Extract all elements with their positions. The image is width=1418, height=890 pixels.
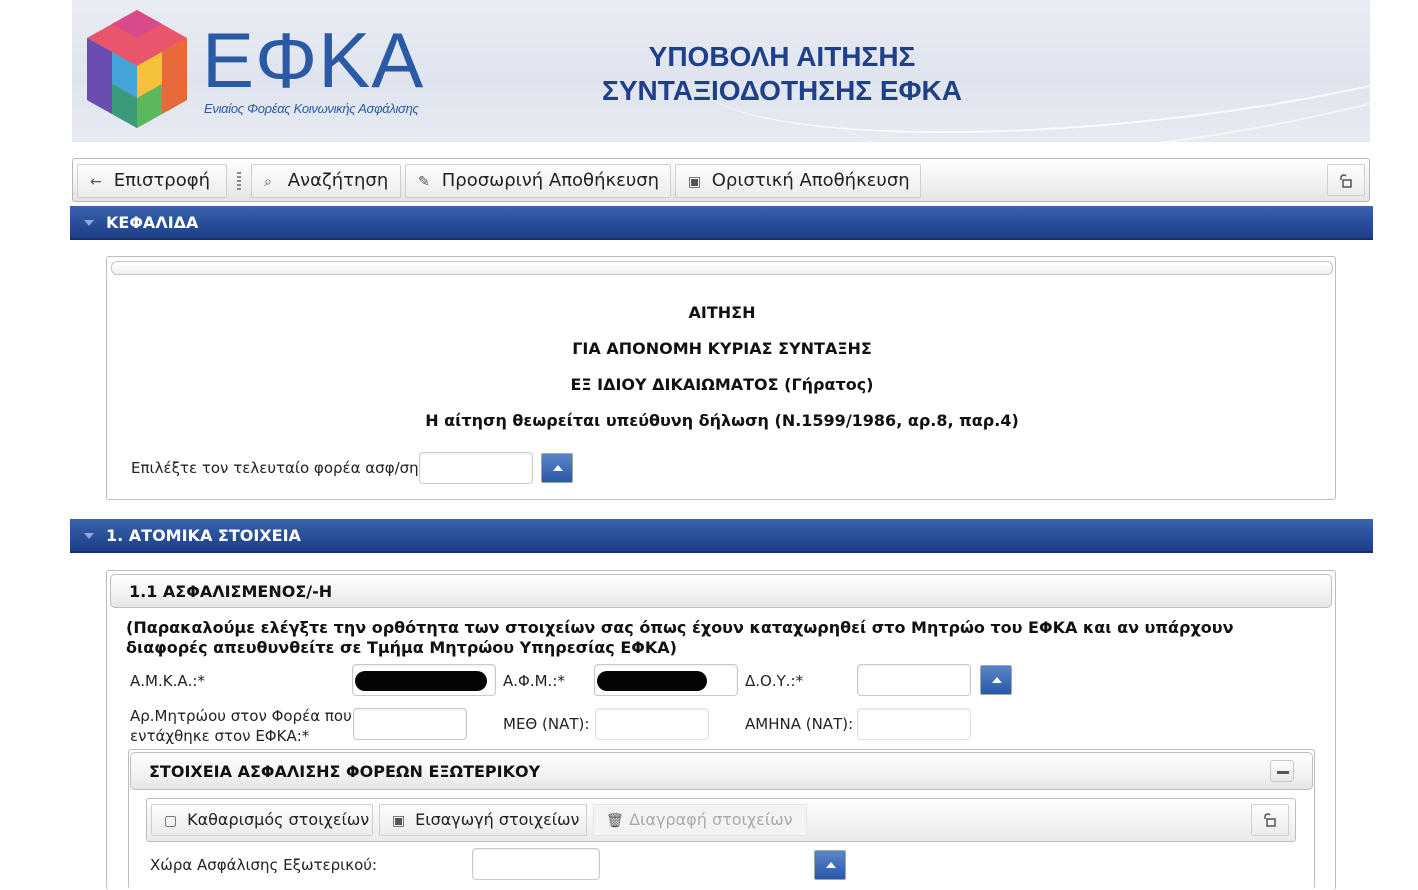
meth-input[interactable] bbox=[595, 708, 709, 740]
back-button[interactable]: ← Επιστροφή bbox=[77, 164, 227, 198]
collapse-minus-button[interactable] bbox=[1270, 760, 1294, 782]
section-header-kefalida[interactable]: ΚΕΦΑΛΙΔΑ bbox=[70, 206, 1373, 240]
application-declaration: Η αίτηση θεωρείται υπεύθυνη δήλωση (Ν.15… bbox=[425, 411, 1019, 430]
temp-save-button[interactable]: ✎ Προσωρινή Αποθήκευση bbox=[405, 164, 671, 198]
main-toolbar: ← Επιστροφή ⌕ Αναζήτηση ✎ Προσωρινή Αποθ… bbox=[72, 158, 1370, 202]
header-panel-bar bbox=[111, 261, 1333, 275]
application-subtitle: ΓΙΑ ΑΠΟΝΟΜΗ ΚΥΡΙΑΣ ΣΥΝΤΑΞΗΣ bbox=[572, 339, 872, 358]
search-button[interactable]: ⌕ Αναζήτηση bbox=[251, 164, 401, 198]
foreign-insurance-title: ΣΤΟΙΧΕΙΑ ΑΣΦΑΛΙΣΗΣ ΦΟΡΕΩΝ ΕΞΩΤΕΡΙΚΟΥ bbox=[149, 762, 541, 781]
doy-picker-button[interactable] bbox=[980, 665, 1012, 695]
last-carrier-input[interactable] bbox=[419, 452, 533, 484]
minus-icon bbox=[1277, 771, 1289, 774]
foreign-toolbar: ▢ Καθαρισμός στοιχείων ▣ Εισαγωγή στοιχε… bbox=[146, 798, 1296, 842]
temp-save-button-label: Προσωρινή Αποθήκευση bbox=[441, 170, 660, 191]
delete-data-label: Διαγραφή στοιχείων bbox=[629, 810, 793, 829]
doy-input[interactable] bbox=[857, 664, 971, 696]
collapse-triangle-icon bbox=[84, 220, 94, 226]
clear-icon: ▢ bbox=[164, 813, 178, 829]
insured-title: 1.1 ΑΣΦΑΛΙΣΜΕΝΟΣ/-Η bbox=[129, 582, 333, 601]
caret-up-icon bbox=[826, 862, 836, 868]
page-title-line2: ΣΥΝΤΑΞΙΟΔΟΤΗΣΗΣ ΕΦΚΑ bbox=[602, 75, 962, 106]
redacted-value bbox=[597, 671, 707, 691]
back-arrow-icon: ← bbox=[90, 174, 102, 190]
application-title: ΑΙΤΗΣΗ bbox=[688, 303, 756, 322]
section-title: ΚΕΦΑΛΙΔΑ bbox=[106, 213, 199, 232]
last-carrier-label: Επιλέξτε τον τελευταίο φορέα ασφ/σης: bbox=[131, 459, 433, 477]
registry-number-input[interactable] bbox=[353, 708, 467, 740]
toolbar-grip-icon bbox=[237, 172, 241, 190]
toolbar-lock-button[interactable] bbox=[1327, 164, 1365, 196]
header-banner: ΕΦΚΑ Ενιαίος Φορέας Κοινωνικής Ασφάλισης… bbox=[72, 0, 1370, 142]
lock-icon bbox=[1264, 813, 1276, 827]
page-title: ΥΠΟΒΟΛΗ ΑΙΤΗΣΗΣ ΣΥΝΤΑΞΙΟΔΟΤΗΣΗΣ ΕΦΚΑ bbox=[542, 40, 1022, 108]
lock-icon bbox=[1340, 174, 1352, 188]
foreign-lock-button[interactable] bbox=[1251, 804, 1289, 836]
registry-check-note: (Παρακαλούμε ελέγξτε την ορθότητα των στ… bbox=[126, 618, 1234, 657]
insert-data-button[interactable]: ▣ Εισαγωγή στοιχείων bbox=[379, 804, 587, 836]
insert-data-label: Εισαγωγή στοιχείων bbox=[415, 810, 580, 829]
efka-logo-icon bbox=[87, 10, 187, 128]
foreign-country-label: Χώρα Ασφάλισης Εξωτερικού: bbox=[150, 856, 377, 874]
trash-icon: 🗑 bbox=[606, 813, 624, 829]
last-carrier-picker-button[interactable] bbox=[541, 453, 573, 483]
efka-logo-text: ΕΦΚΑ bbox=[202, 16, 425, 104]
amhna-label: ΑΜΗΝΑ (ΝΑΤ): bbox=[745, 715, 854, 733]
registry-number-label: Αρ.Μητρώου στον Φορέα που εντάχθηκε στον… bbox=[130, 707, 352, 745]
search-button-label: Αναζήτηση bbox=[287, 170, 389, 191]
page-title-line1: ΥΠΟΒΟΛΗ ΑΙΤΗΣΗΣ bbox=[648, 41, 916, 72]
save-icon: ▣ bbox=[392, 813, 406, 829]
amka-input[interactable] bbox=[352, 664, 496, 696]
amka-label: Α.Μ.Κ.Α.:* bbox=[130, 672, 205, 690]
section-header-personal[interactable]: 1. ΑΤΟΜΙΚΑ ΣΤΟΙΧΕΙΑ bbox=[70, 519, 1373, 553]
doy-label: Δ.Ο.Υ.:* bbox=[745, 672, 804, 690]
application-right-type: ΕΞ ΙΔΙΟΥ ΔΙΚΑΙΩΜΑΤΟΣ (Γήρατος) bbox=[570, 375, 874, 394]
pencil-icon: ✎ bbox=[418, 174, 430, 190]
save-icon: ▣ bbox=[688, 174, 702, 190]
collapse-triangle-icon bbox=[84, 533, 94, 539]
afm-label: Α.Φ.Μ.:* bbox=[503, 672, 565, 690]
back-button-label: Επιστροφή bbox=[113, 170, 211, 191]
clear-data-button[interactable]: ▢ Καθαρισμός στοιχείων bbox=[151, 804, 373, 836]
clear-data-label: Καθαρισμός στοιχείων bbox=[187, 810, 370, 829]
final-save-button[interactable]: ▣ Οριστική Αποθήκευση bbox=[675, 164, 921, 198]
afm-input[interactable] bbox=[594, 664, 738, 696]
efka-logo-subtitle: Ενιαίος Φορέας Κοινωνικής Ασφάλισης bbox=[204, 101, 419, 116]
meth-label: ΜΕΘ (ΝΑΤ): bbox=[503, 715, 590, 733]
amhna-input[interactable] bbox=[857, 708, 971, 740]
search-icon: ⌕ bbox=[264, 174, 272, 190]
final-save-button-label: Οριστική Αποθήκευση bbox=[711, 170, 910, 191]
header-panel: ΑΙΤΗΣΗ ΓΙΑ ΑΠΟΝΟΜΗ ΚΥΡΙΑΣ ΣΥΝΤΑΞΗΣ ΕΞ ΙΔ… bbox=[106, 256, 1336, 500]
foreign-insurance-subheader[interactable]: ΣΤΟΙΧΕΙΑ ΑΣΦΑΛΙΣΗΣ ΦΟΡΕΩΝ ΕΞΩΤΕΡΙΚΟΥ bbox=[130, 752, 1313, 790]
foreign-country-input[interactable] bbox=[472, 848, 600, 880]
insured-subheader: 1.1 ΑΣΦΑΛΙΣΜΕΝΟΣ/-Η bbox=[110, 574, 1332, 608]
foreign-country-picker-button[interactable] bbox=[814, 850, 846, 880]
delete-data-button[interactable]: 🗑 Διαγραφή στοιχείων bbox=[593, 804, 807, 836]
caret-up-icon bbox=[992, 677, 1002, 683]
caret-up-icon bbox=[553, 465, 563, 471]
redacted-value bbox=[355, 671, 487, 691]
section-title: 1. ΑΤΟΜΙΚΑ ΣΤΟΙΧΕΙΑ bbox=[106, 526, 301, 545]
